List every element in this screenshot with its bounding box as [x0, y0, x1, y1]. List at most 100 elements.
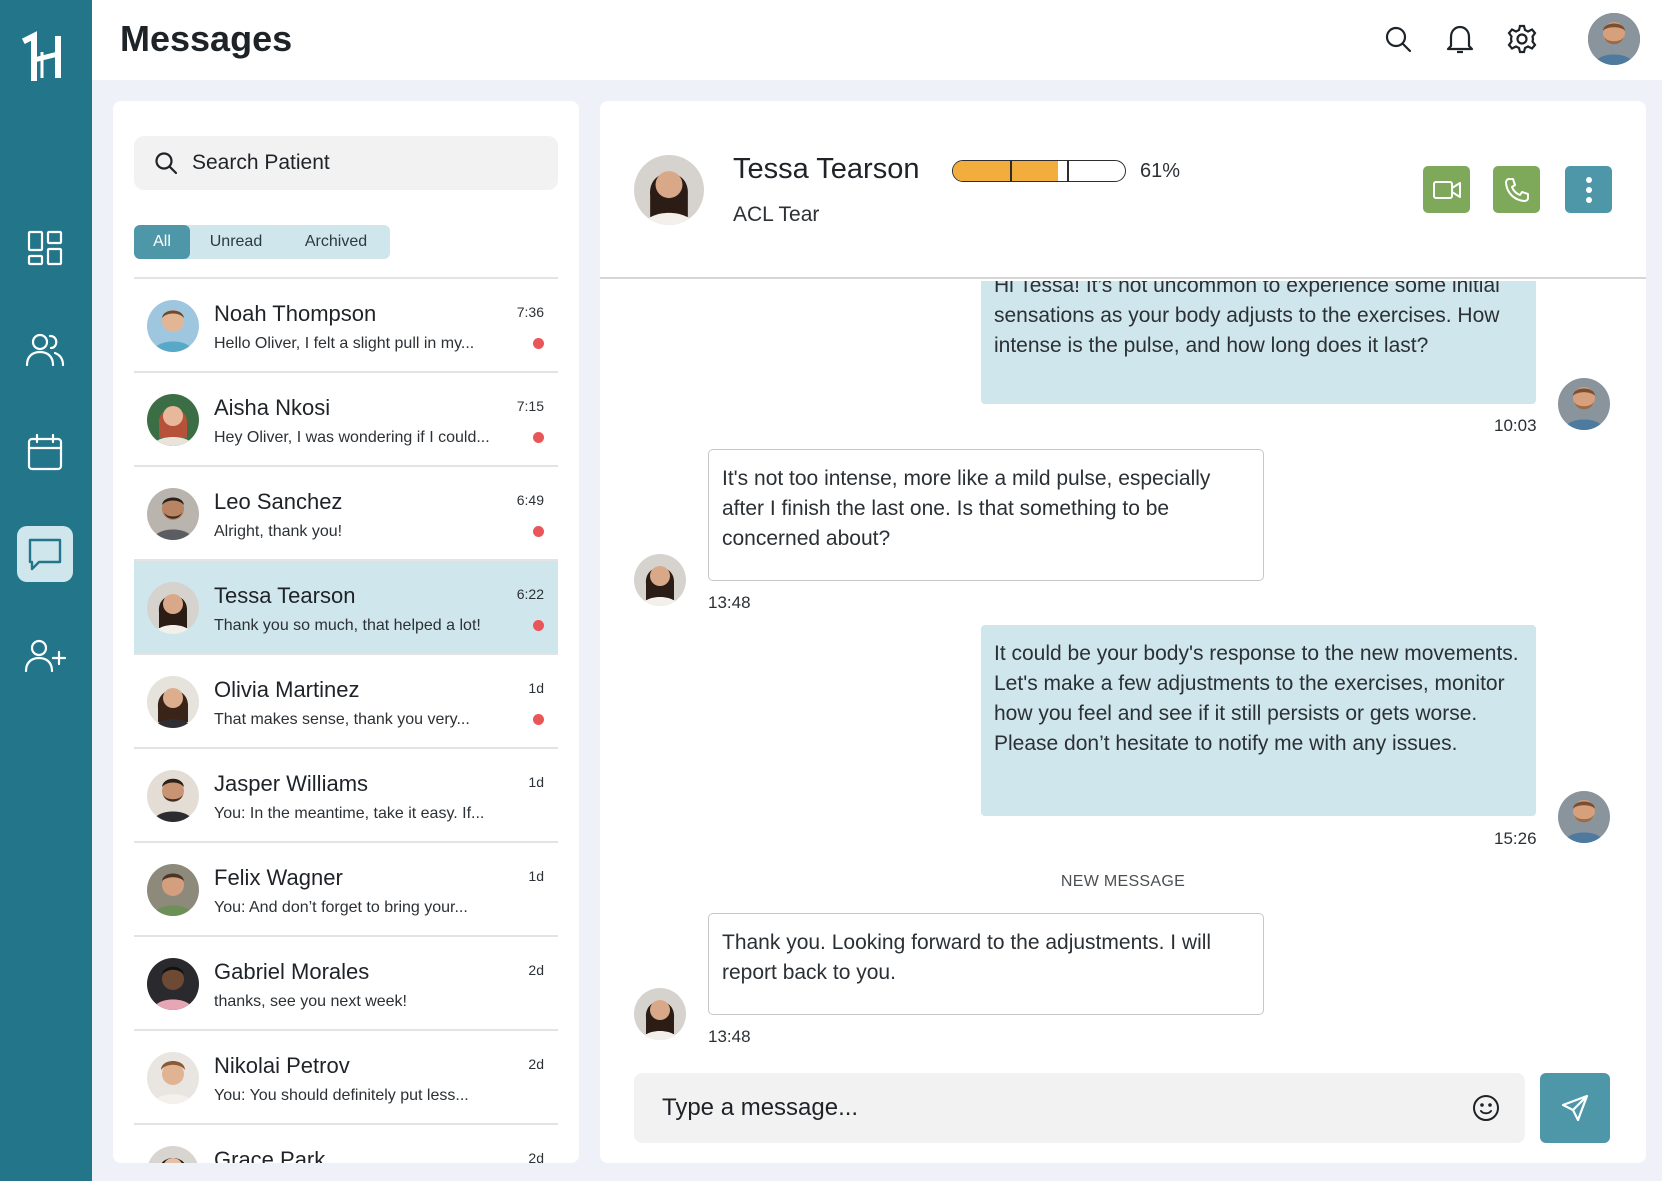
avatar	[147, 864, 199, 916]
conversation-item[interactable]: Nikolai Petrov You: You should definitel…	[134, 1029, 558, 1123]
progress-fill	[953, 161, 1058, 181]
video-call-icon	[1432, 179, 1462, 201]
message-preview: You: You should definitely put less...	[214, 1087, 469, 1104]
more-options-button[interactable]	[1565, 166, 1612, 213]
conversation-item[interactable]: Jasper Williams You: In the meantime, ta…	[134, 747, 558, 841]
patient-search[interactable]	[134, 136, 558, 190]
avatar	[147, 958, 199, 1010]
progress-segment	[1010, 161, 1012, 181]
avatar	[147, 676, 199, 728]
new-message-divider: NEW MESSAGE	[1060, 873, 1186, 890]
messages-nav-button[interactable]	[17, 526, 73, 582]
patient-condition: ACL Tear	[733, 203, 820, 226]
conversation-item[interactable]: Aisha Nkosi Hey Oliver, I was wondering …	[134, 371, 558, 465]
chat-header: Tessa Tearson ACL Tear 61%	[600, 101, 1646, 279]
unread-indicator	[533, 338, 544, 349]
search-icon[interactable]	[1381, 22, 1415, 56]
conversation-item[interactable]: Felix Wagner You: And don’t forget to br…	[134, 841, 558, 935]
avatar[interactable]	[1588, 13, 1640, 65]
message-preview: Hello Oliver, I felt a slight pull in my…	[214, 335, 475, 352]
conversation-item[interactable]: Gabriel Morales thanks, see you next wee…	[134, 935, 558, 1029]
incoming-message: Thank you. Looking forward to the adjust…	[708, 913, 1264, 1015]
message-preview: You: In the meantime, take it easy. If..…	[214, 805, 485, 822]
message-preview: You: And don’t forget to bring your...	[214, 899, 468, 916]
contact-name: Jasper Williams	[214, 771, 369, 796]
conversation-panel: All Unread Archived Noah Thompson Hello …	[113, 101, 579, 1163]
bell-icon[interactable]	[1443, 22, 1477, 56]
message-time: 13:48	[708, 593, 751, 612]
message-composer	[634, 1073, 1525, 1143]
dashboard-grid-icon	[27, 230, 63, 266]
message-time: 13:48	[708, 1027, 751, 1046]
message-preview: Hey Oliver, I was wondering if I could..…	[214, 429, 490, 446]
add-patient-nav-button[interactable]	[17, 628, 73, 684]
message-preview: thanks, see you next week!	[214, 993, 407, 1010]
contact-name: Grace Park	[214, 1147, 326, 1163]
gear-icon[interactable]	[1505, 22, 1539, 56]
progress-segment	[1067, 161, 1069, 181]
avatar	[147, 582, 199, 634]
phone-call-button[interactable]	[1493, 166, 1540, 213]
tab-archived[interactable]: Archived	[282, 225, 390, 259]
message-time: 15:26	[1494, 829, 1537, 848]
message-time: 2d	[528, 962, 544, 978]
message-time: 2d	[528, 1056, 544, 1072]
patient-name: Tessa Tearson	[733, 153, 920, 185]
message-preview: Alright, thank you!	[214, 523, 343, 540]
recovery-progress-bar	[952, 160, 1126, 182]
conversation-item[interactable]: Tessa Tearson Thank you so much, that he…	[134, 559, 558, 653]
unread-indicator	[533, 620, 544, 631]
avatar	[147, 1146, 199, 1163]
avatar	[634, 988, 686, 1040]
unread-indicator	[533, 432, 544, 443]
message-time: 6:22	[516, 586, 544, 602]
avatar	[147, 300, 199, 352]
search-input[interactable]	[192, 151, 532, 175]
filter-tabs: All Unread Archived	[134, 225, 390, 259]
avatar	[1558, 791, 1610, 843]
message-input[interactable]	[662, 1094, 1442, 1122]
conversation-item[interactable]: Noah Thompson Hello Oliver, I felt a sli…	[134, 277, 558, 371]
outgoing-message: Hi Tessa! It’s not uncommon to experienc…	[981, 281, 1536, 404]
message-time: 1d	[528, 774, 544, 790]
avatar	[147, 394, 199, 446]
message-time: 6:49	[516, 492, 544, 508]
message-time: 2d	[528, 1150, 544, 1163]
top-bar: Messages	[92, 0, 1662, 80]
calendar-nav-button[interactable]	[17, 424, 73, 480]
tab-all[interactable]: All	[134, 225, 190, 259]
patients-nav-button[interactable]	[17, 322, 73, 378]
contact-name: Gabriel Morales	[214, 959, 370, 984]
contact-name: Noah Thompson	[214, 301, 377, 326]
unread-indicator	[533, 714, 544, 725]
avatar	[147, 1052, 199, 1104]
avatar	[147, 770, 199, 822]
contact-name: Leo Sanchez	[214, 489, 343, 514]
h-logo-icon[interactable]	[22, 30, 70, 84]
chat-bubble-icon	[27, 536, 63, 572]
video-call-button[interactable]	[1423, 166, 1470, 213]
send-icon	[1560, 1093, 1590, 1123]
message-preview: That makes sense, thank you very...	[214, 711, 470, 728]
incoming-message: It's not too intense, more like a mild p…	[708, 449, 1264, 581]
send-button[interactable]	[1540, 1073, 1610, 1143]
avatar[interactable]	[634, 155, 704, 225]
outgoing-message: It could be your body's response to the …	[981, 625, 1536, 816]
unread-indicator	[533, 526, 544, 537]
contact-name: Tessa Tearson	[214, 583, 356, 608]
contact-name: Nikolai Petrov	[214, 1053, 350, 1078]
message-time: 7:15	[516, 398, 544, 414]
message-time: 1d	[528, 868, 544, 884]
conversation-item[interactable]: Grace Park 2d	[134, 1123, 558, 1163]
contact-name: Olivia Martinez	[214, 677, 360, 702]
emoji-icon[interactable]	[1471, 1093, 1501, 1123]
dashboard-nav-button[interactable]	[17, 220, 73, 276]
conversation-list: Noah Thompson Hello Oliver, I felt a sli…	[134, 277, 558, 1163]
message-thread: Hi Tessa! It’s not uncommon to experienc…	[600, 281, 1646, 1071]
chat-panel: Tessa Tearson ACL Tear 61% Hi Tessa! It’…	[600, 101, 1646, 1163]
avatar	[1558, 378, 1610, 430]
conversation-item[interactable]: Olivia Martinez That makes sense, thank …	[134, 653, 558, 747]
tab-unread[interactable]: Unread	[190, 225, 282, 259]
nav-rail	[0, 0, 92, 1181]
conversation-item[interactable]: Leo Sanchez Alright, thank you! 6:49	[134, 465, 558, 559]
